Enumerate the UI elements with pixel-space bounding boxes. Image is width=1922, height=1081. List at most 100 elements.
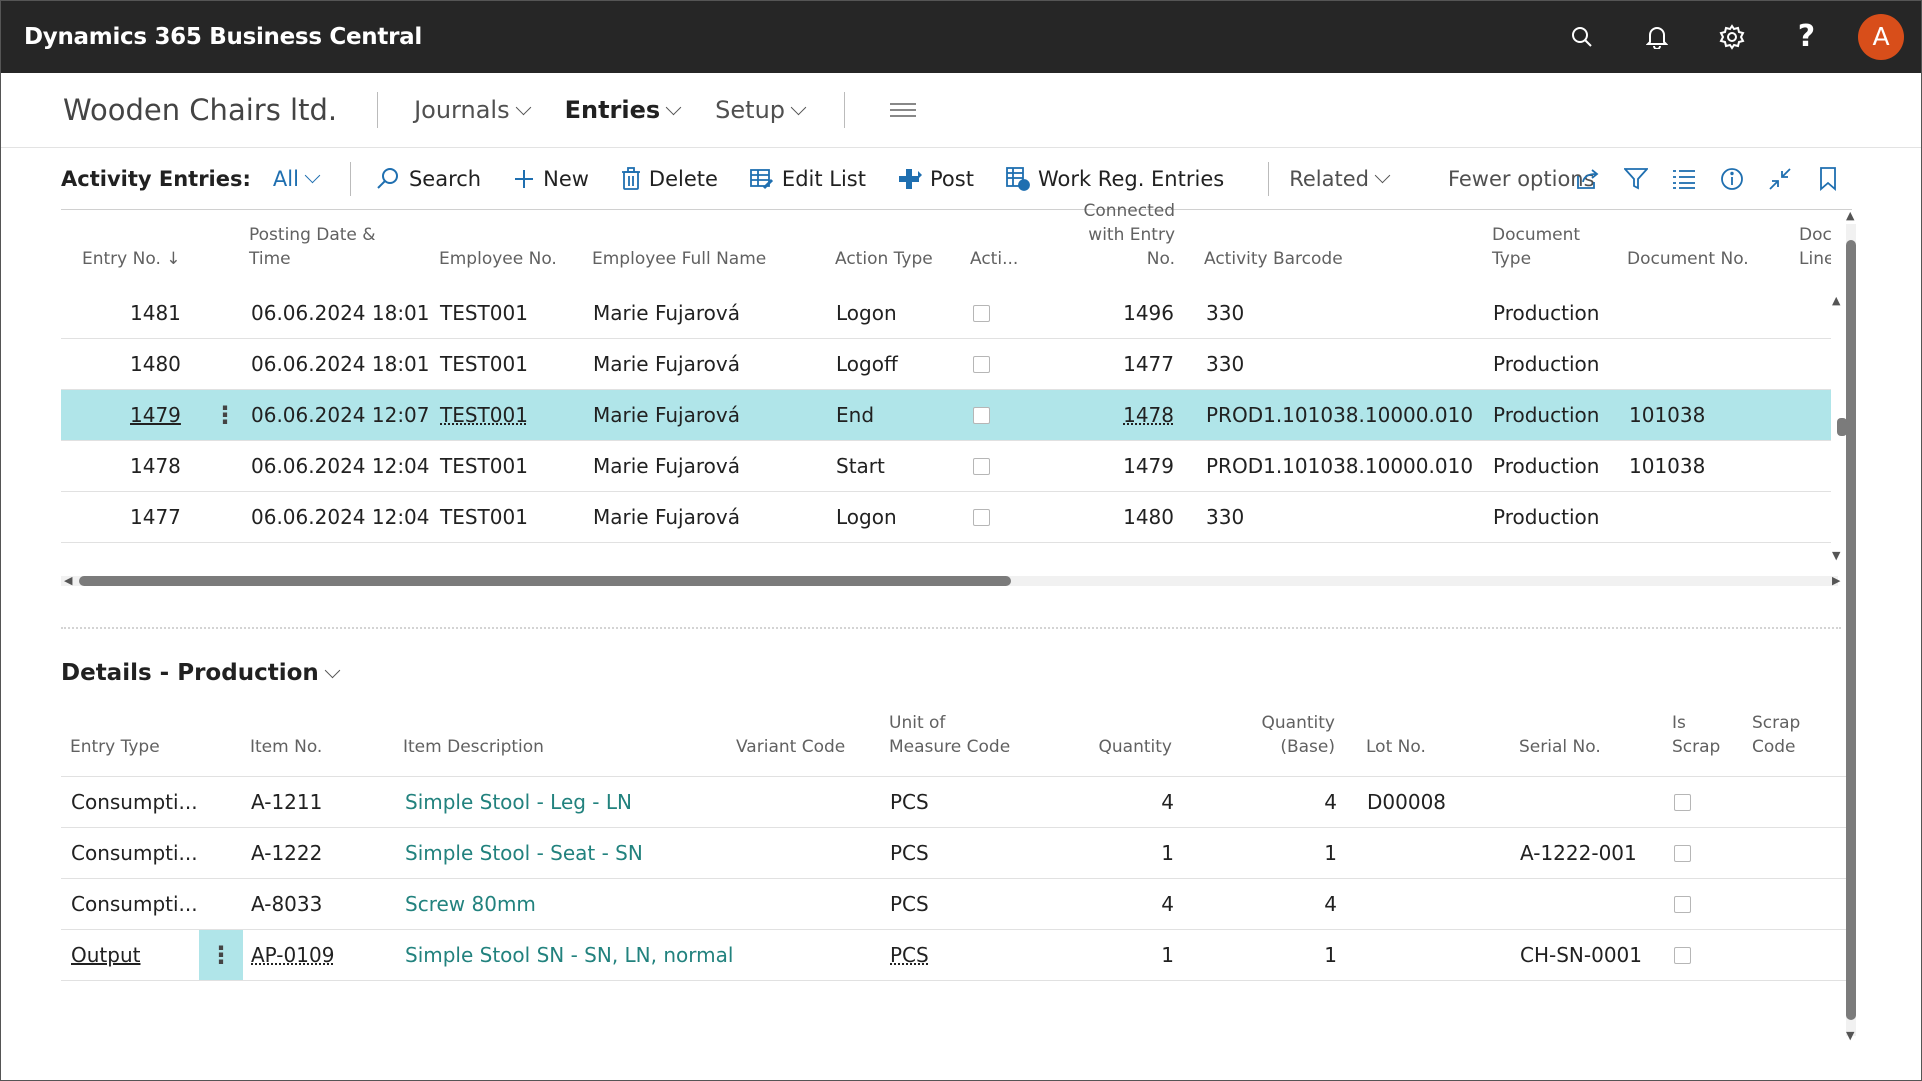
table-row[interactable]: 1478 06.06.2024 12:04 TEST001 Marie Fuja… [61, 441, 1831, 492]
cell-entry-no[interactable]: 1479 [130, 390, 181, 441]
col-entry-no[interactable]: Entry No. ↓ [82, 247, 181, 271]
hamburger-menu-icon[interactable] [890, 99, 917, 121]
search-button[interactable]: Search [375, 167, 481, 191]
cell-item-description[interactable]: Simple Stool - Seat - SN [405, 828, 643, 879]
col-variant-code[interactable]: Variant Code [736, 735, 845, 759]
scrollbar-thumb[interactable] [79, 576, 1011, 586]
scroll-right-arrow-icon[interactable]: ▶ [1832, 574, 1840, 587]
cell-employee-no[interactable]: TEST001 [440, 288, 528, 339]
cell-employee-no[interactable]: TEST001 [440, 492, 528, 543]
checkbox[interactable] [973, 305, 990, 322]
help-icon[interactable]: ? [1769, 0, 1844, 73]
col-quantity-base[interactable]: Quantity (Base) [1211, 711, 1335, 759]
col-doc-type[interactable]: Document Type [1492, 223, 1580, 271]
col-entry-type[interactable]: Entry Type [70, 735, 160, 759]
col-uom[interactable]: Unit of Measure Code [889, 711, 1010, 759]
bell-icon[interactable] [1619, 0, 1694, 73]
table-row-selected[interactable]: 1479 ⋮ 06.06.2024 12:07 TEST001 Marie Fu… [61, 390, 1831, 441]
edit-list-button[interactable]: Edit List [750, 167, 866, 191]
gear-icon[interactable] [1694, 0, 1769, 73]
cell-uom[interactable]: PCS [890, 879, 929, 930]
cell-employee-no[interactable]: TEST001 [440, 441, 528, 492]
cell-uom[interactable]: PCS [890, 777, 929, 828]
col-employee-name[interactable]: Employee Full Name [592, 247, 766, 271]
list-view-icon[interactable] [1660, 169, 1708, 189]
checkbox[interactable] [973, 356, 990, 373]
cell-entry-no[interactable]: 1480 [130, 339, 181, 390]
scrollbar-thumb[interactable] [1846, 240, 1856, 1020]
checkbox[interactable] [1674, 896, 1691, 913]
scroll-left-arrow-icon[interactable]: ◀ [64, 574, 72, 587]
table-row[interactable]: 1480 06.06.2024 18:01 TEST001 Marie Fuja… [61, 339, 1831, 390]
scroll-up-arrow-icon[interactable]: ▲ [1832, 294, 1840, 307]
search-icon[interactable] [1544, 0, 1619, 73]
col-scrap-code[interactable]: Scrap Code [1752, 711, 1846, 759]
nav-journals[interactable]: Journals [414, 96, 531, 124]
work-reg-entries-button[interactable]: Work Reg. Entries [1006, 167, 1224, 191]
collapse-icon[interactable] [1756, 167, 1804, 191]
page-scroll-up-icon[interactable]: ▲ [1846, 209, 1854, 222]
table-row[interactable]: 1477 06.06.2024 12:04 TEST001 Marie Fuja… [61, 492, 1831, 543]
checkbox[interactable] [1674, 947, 1691, 964]
col-item-no[interactable]: Item No. [250, 735, 322, 759]
col-barcode[interactable]: Activity Barcode [1204, 247, 1343, 271]
row-actions-icon[interactable]: ⋮ [213, 390, 237, 441]
info-icon[interactable] [1708, 167, 1756, 191]
cell-entry-no[interactable]: 1477 [130, 492, 181, 543]
cell-employee-no[interactable]: TEST001 [440, 390, 528, 441]
col-posting-date[interactable]: Posting Date & Time [249, 223, 376, 271]
app-title[interactable]: Dynamics 365 Business Central [24, 24, 422, 50]
col-is-scrap[interactable]: Is Scrap [1672, 711, 1720, 759]
view-filter[interactable]: All [273, 167, 321, 191]
share-icon[interactable] [1564, 168, 1612, 190]
table-row[interactable]: Consumpti... A-1211 Simple Stool - Leg -… [61, 777, 1846, 828]
company-name[interactable]: Wooden Chairs ltd. [63, 92, 379, 128]
table-row[interactable]: Consumpti... A-1222 Simple Stool - Seat … [61, 828, 1846, 879]
avatar[interactable]: A [1858, 13, 1904, 60]
cell-entry-type[interactable]: Consumpti... [71, 777, 198, 828]
table-row-selected[interactable]: Output ⋮ AP-0109 Simple Stool SN - SN, L… [61, 930, 1846, 981]
col-employee-no[interactable]: Employee No. [439, 247, 557, 271]
checkbox[interactable] [973, 407, 990, 424]
cell-uom[interactable]: PCS [890, 828, 929, 879]
delete-button[interactable]: Delete [621, 167, 718, 191]
cell-item-no[interactable]: A-1222 [251, 828, 322, 879]
bookmark-icon[interactable] [1804, 167, 1852, 191]
related-menu[interactable]: Related [1289, 167, 1391, 191]
cell-item-no[interactable]: A-1211 [251, 777, 322, 828]
col-lot-no[interactable]: Lot No. [1366, 735, 1426, 759]
cell-item-description[interactable]: Simple Stool SN - SN, LN, normal [405, 930, 733, 981]
col-acti[interactable]: Acti... [970, 247, 1018, 271]
horizontal-scrollbar[interactable] [61, 576, 1838, 586]
cell-connected[interactable]: 1479 [1061, 441, 1174, 492]
vertical-scrollbar[interactable] [1846, 224, 1856, 1036]
cell-item-description[interactable]: Screw 80mm [405, 879, 536, 930]
cell-item-description[interactable]: Simple Stool - Leg - LN [405, 777, 632, 828]
checkbox[interactable] [973, 458, 990, 475]
nav-setup[interactable]: Setup [715, 96, 807, 124]
table-row[interactable]: Consumpti... A-8033 Screw 80mm PCS 4 4 [61, 879, 1846, 930]
scroll-down-arrow-icon[interactable]: ▼ [1832, 549, 1840, 562]
filter-icon[interactable] [1612, 168, 1660, 190]
col-serial-no[interactable]: Serial No. [1519, 735, 1601, 759]
col-connected[interactable]: Connected with Entry No. [1059, 199, 1175, 271]
cell-connected[interactable]: 1477 [1061, 339, 1174, 390]
cell-entry-type[interactable]: Consumpti... [71, 828, 198, 879]
cell-entry-no[interactable]: 1478 [130, 441, 181, 492]
col-doc-line[interactable]: Docur Line [1799, 223, 1831, 271]
details-section-header[interactable]: Details - Production [61, 660, 341, 686]
cell-connected[interactable]: 1496 [1061, 288, 1174, 339]
post-button[interactable]: Post [898, 167, 974, 191]
cell-item-no[interactable]: AP-0109 [251, 930, 334, 981]
cell-entry-no[interactable]: 1481 [130, 288, 181, 339]
nav-entries[interactable]: Entries [565, 96, 682, 124]
col-doc-no[interactable]: Document No. [1627, 247, 1749, 271]
cell-entry-type[interactable]: Consumpti... [71, 879, 198, 930]
cell-item-no[interactable]: A-8033 [251, 879, 322, 930]
checkbox[interactable] [1674, 845, 1691, 862]
col-action-type[interactable]: Action Type [835, 247, 933, 271]
checkbox[interactable] [1674, 794, 1691, 811]
cell-entry-type[interactable]: Output [71, 930, 140, 981]
page-scroll-down-icon[interactable]: ▼ [1846, 1029, 1854, 1042]
cell-employee-no[interactable]: TEST001 [440, 339, 528, 390]
